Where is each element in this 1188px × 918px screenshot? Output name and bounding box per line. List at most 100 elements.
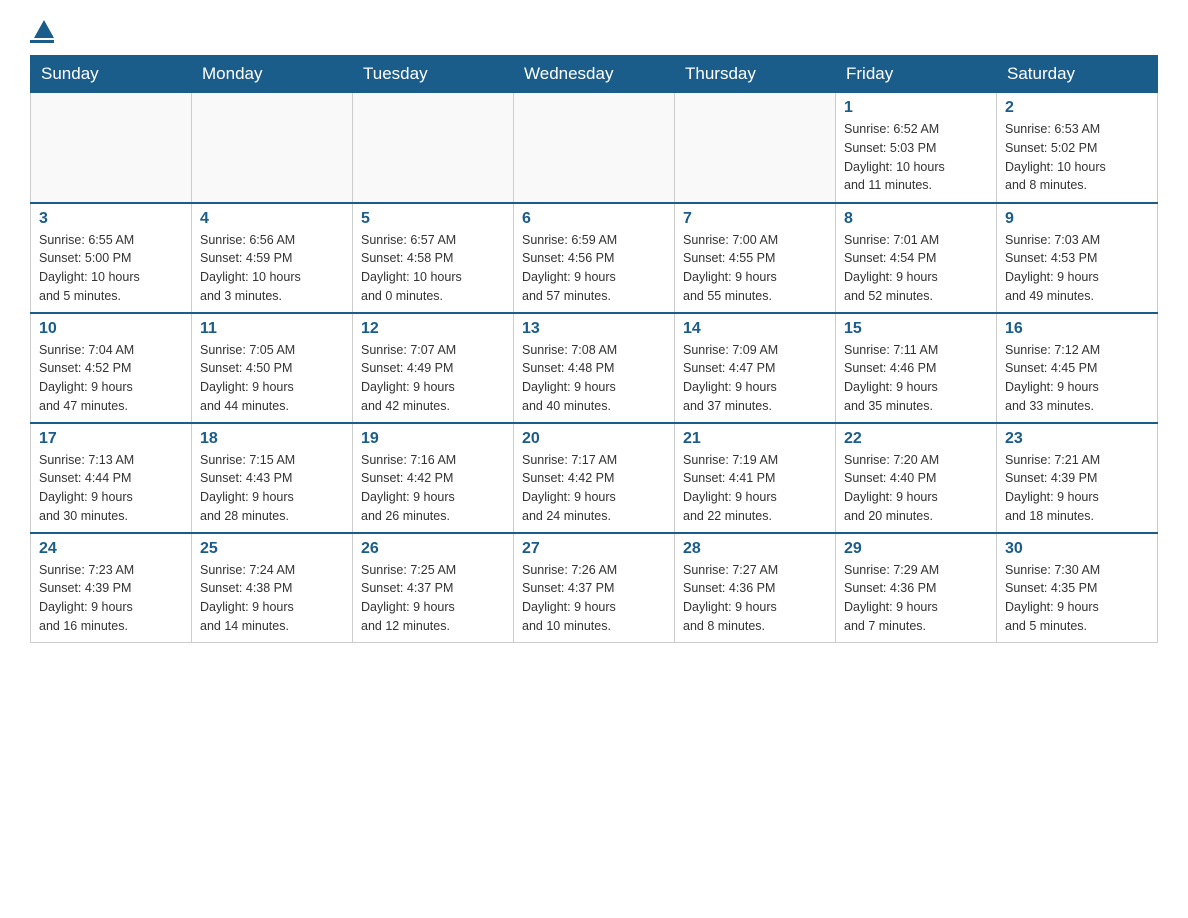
calendar-cell: [353, 93, 514, 203]
calendar-cell: 21 Sunrise: 7:19 AM Sunset: 4:41 PM Dayli…: [675, 423, 836, 533]
page-header: [30, 20, 1158, 43]
day-detail: Sunrise: 7:08 AM Sunset: 4:48 PM Dayligh…: [522, 341, 666, 416]
calendar-cell: 24 Sunrise: 7:23 AM Sunset: 4:39 PM Dayli…: [31, 533, 192, 643]
weekday-header-sunday: Sunday: [31, 56, 192, 93]
calendar-cell: 25Sunrise: 7:24 AM Sunset: 4:38 PM Dayli…: [192, 533, 353, 643]
day-detail: Sunrise: 7:23 AM Sunset: 4:39 PM Dayligh…: [39, 561, 183, 636]
logo-text: [30, 20, 54, 40]
day-number: 6: [522, 210, 666, 228]
day-number: 9: [1005, 210, 1149, 228]
calendar-table: SundayMondayTuesdayWednesdayThursdayFrid…: [30, 55, 1158, 643]
week-row-1: 1Sunrise: 6:52 AM Sunset: 5:03 PM Daylig…: [31, 93, 1158, 203]
day-detail: Sunrise: 7:26 AM Sunset: 4:37 PM Dayligh…: [522, 561, 666, 636]
day-detail: Sunrise: 6:57 AM Sunset: 4:58 PM Dayligh…: [361, 231, 505, 306]
day-detail: Sunrise: 7:15 AM Sunset: 4:43 PM Dayligh…: [200, 451, 344, 526]
day-detail: Sunrise: 6:59 AM Sunset: 4:56 PM Dayligh…: [522, 231, 666, 306]
day-number: 17: [39, 430, 183, 448]
day-detail: Sunrise: 7:19 AM Sunset: 4:41 PM Dayligh…: [683, 451, 827, 526]
day-detail: Sunrise: 7:05 AM Sunset: 4:50 PM Dayligh…: [200, 341, 344, 416]
week-row-4: 17 Sunrise: 7:13 AM Sunset: 4:44 PM Dayli…: [31, 423, 1158, 533]
day-detail: Sunrise: 7:01 AM Sunset: 4:54 PM Dayligh…: [844, 231, 988, 306]
calendar-cell: 27 Sunrise: 7:26 AM Sunset: 4:37 PM Dayli…: [514, 533, 675, 643]
day-detail: Sunrise: 7:30 AM Sunset: 4:35 PM Dayligh…: [1005, 561, 1149, 636]
day-number: 2: [1005, 99, 1149, 117]
day-number: 27: [522, 540, 666, 558]
calendar-cell: 8Sunrise: 7:01 AM Sunset: 4:54 PM Daylig…: [836, 203, 997, 313]
calendar-cell: 14 Sunrise: 7:09 AM Sunset: 4:47 PM Dayli…: [675, 313, 836, 423]
day-detail: Sunrise: 7:03 AM Sunset: 4:53 PM Dayligh…: [1005, 231, 1149, 306]
calendar-cell: 13 Sunrise: 7:08 AM Sunset: 4:48 PM Dayli…: [514, 313, 675, 423]
weekday-header-row: SundayMondayTuesdayWednesdayThursdayFrid…: [31, 56, 1158, 93]
calendar-cell: 22 Sunrise: 7:20 AM Sunset: 4:40 PM Dayli…: [836, 423, 997, 533]
day-number: 29: [844, 540, 988, 558]
day-number: 3: [39, 210, 183, 228]
calendar-cell: 4 Sunrise: 6:56 AM Sunset: 4:59 PM Daylig…: [192, 203, 353, 313]
day-number: 23: [1005, 430, 1149, 448]
calendar-cell: 19 Sunrise: 7:16 AM Sunset: 4:42 PM Dayli…: [353, 423, 514, 533]
day-number: 21: [683, 430, 827, 448]
day-detail: Sunrise: 7:09 AM Sunset: 4:47 PM Dayligh…: [683, 341, 827, 416]
calendar-cell: 20 Sunrise: 7:17 AM Sunset: 4:42 PM Dayli…: [514, 423, 675, 533]
day-number: 10: [39, 320, 183, 338]
weekday-header-friday: Friday: [836, 56, 997, 93]
day-number: 11: [200, 320, 344, 338]
logo-underline: [30, 40, 54, 43]
week-row-3: 10 Sunrise: 7:04 AM Sunset: 4:52 PM Dayli…: [31, 313, 1158, 423]
calendar-cell: 5 Sunrise: 6:57 AM Sunset: 4:58 PM Daylig…: [353, 203, 514, 313]
calendar-cell: 29 Sunrise: 7:29 AM Sunset: 4:36 PM Dayli…: [836, 533, 997, 643]
calendar-cell: [31, 93, 192, 203]
calendar-cell: 10 Sunrise: 7:04 AM Sunset: 4:52 PM Dayli…: [31, 313, 192, 423]
day-number: 1: [844, 99, 988, 117]
day-detail: Sunrise: 7:11 AM Sunset: 4:46 PM Dayligh…: [844, 341, 988, 416]
day-detail: Sunrise: 7:21 AM Sunset: 4:39 PM Dayligh…: [1005, 451, 1149, 526]
calendar-cell: 18 Sunrise: 7:15 AM Sunset: 4:43 PM Dayli…: [192, 423, 353, 533]
day-number: 22: [844, 430, 988, 448]
calendar-cell: 26 Sunrise: 7:25 AM Sunset: 4:37 PM Dayli…: [353, 533, 514, 643]
day-number: 30: [1005, 540, 1149, 558]
day-number: 16: [1005, 320, 1149, 338]
day-detail: Sunrise: 7:13 AM Sunset: 4:44 PM Dayligh…: [39, 451, 183, 526]
day-number: 4: [200, 210, 344, 228]
calendar-cell: [675, 93, 836, 203]
day-detail: Sunrise: 7:25 AM Sunset: 4:37 PM Dayligh…: [361, 561, 505, 636]
day-detail: Sunrise: 6:55 AM Sunset: 5:00 PM Dayligh…: [39, 231, 183, 306]
calendar-cell: 30 Sunrise: 7:30 AM Sunset: 4:35 PM Dayli…: [997, 533, 1158, 643]
day-number: 14: [683, 320, 827, 338]
calendar-cell: 9 Sunrise: 7:03 AM Sunset: 4:53 PM Daylig…: [997, 203, 1158, 313]
day-detail: Sunrise: 7:16 AM Sunset: 4:42 PM Dayligh…: [361, 451, 505, 526]
calendar-cell: 7 Sunrise: 7:00 AM Sunset: 4:55 PM Daylig…: [675, 203, 836, 313]
weekday-header-saturday: Saturday: [997, 56, 1158, 93]
day-number: 25: [200, 540, 344, 558]
week-row-2: 3 Sunrise: 6:55 AM Sunset: 5:00 PM Daylig…: [31, 203, 1158, 313]
calendar-cell: 17 Sunrise: 7:13 AM Sunset: 4:44 PM Dayli…: [31, 423, 192, 533]
weekday-header-wednesday: Wednesday: [514, 56, 675, 93]
day-detail: Sunrise: 6:56 AM Sunset: 4:59 PM Dayligh…: [200, 231, 344, 306]
calendar-cell: 11 Sunrise: 7:05 AM Sunset: 4:50 PM Dayli…: [192, 313, 353, 423]
calendar-cell: 15 Sunrise: 7:11 AM Sunset: 4:46 PM Dayli…: [836, 313, 997, 423]
day-number: 20: [522, 430, 666, 448]
calendar-cell: 3 Sunrise: 6:55 AM Sunset: 5:00 PM Daylig…: [31, 203, 192, 313]
calendar-cell: 12Sunrise: 7:07 AM Sunset: 4:49 PM Dayli…: [353, 313, 514, 423]
day-detail: Sunrise: 7:20 AM Sunset: 4:40 PM Dayligh…: [844, 451, 988, 526]
day-detail: Sunrise: 7:27 AM Sunset: 4:36 PM Dayligh…: [683, 561, 827, 636]
day-number: 13: [522, 320, 666, 338]
logo: [30, 20, 54, 43]
calendar-cell: 16 Sunrise: 7:12 AM Sunset: 4:45 PM Dayli…: [997, 313, 1158, 423]
day-number: 15: [844, 320, 988, 338]
day-number: 5: [361, 210, 505, 228]
calendar-cell: 28Sunrise: 7:27 AM Sunset: 4:36 PM Dayli…: [675, 533, 836, 643]
day-detail: Sunrise: 7:04 AM Sunset: 4:52 PM Dayligh…: [39, 341, 183, 416]
calendar-cell: 23 Sunrise: 7:21 AM Sunset: 4:39 PM Dayli…: [997, 423, 1158, 533]
day-number: 26: [361, 540, 505, 558]
day-number: 7: [683, 210, 827, 228]
day-number: 24: [39, 540, 183, 558]
day-detail: Sunrise: 7:12 AM Sunset: 4:45 PM Dayligh…: [1005, 341, 1149, 416]
day-detail: Sunrise: 7:29 AM Sunset: 4:36 PM Dayligh…: [844, 561, 988, 636]
day-number: 18: [200, 430, 344, 448]
weekday-header-tuesday: Tuesday: [353, 56, 514, 93]
day-number: 19: [361, 430, 505, 448]
calendar-cell: 6 Sunrise: 6:59 AM Sunset: 4:56 PM Daylig…: [514, 203, 675, 313]
day-detail: Sunrise: 7:17 AM Sunset: 4:42 PM Dayligh…: [522, 451, 666, 526]
day-detail: Sunrise: 7:00 AM Sunset: 4:55 PM Dayligh…: [683, 231, 827, 306]
logo-triangle-icon: [34, 20, 54, 38]
